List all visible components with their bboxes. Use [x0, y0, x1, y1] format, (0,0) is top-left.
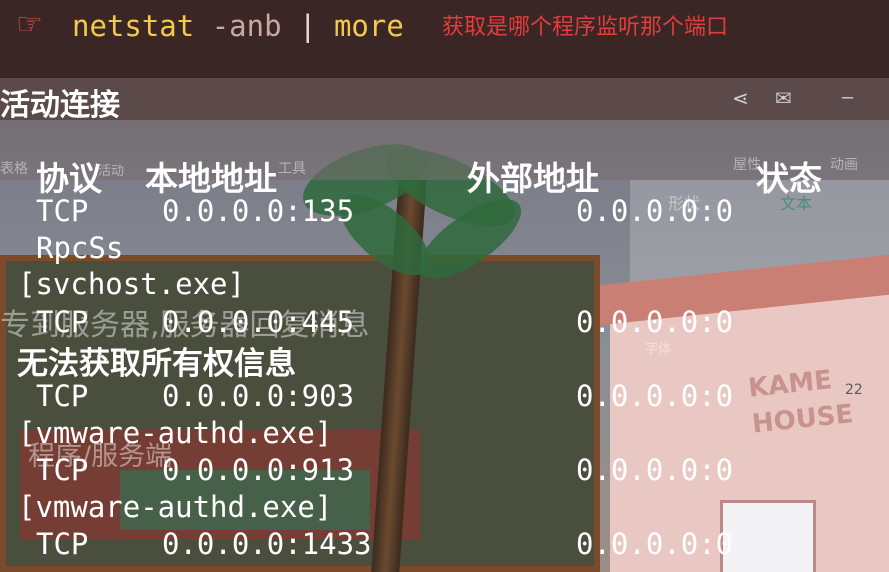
row-local-address: 0.0.0.0:445: [162, 305, 355, 339]
column-header-state: 状态: [756, 159, 822, 198]
share-icon[interactable]: ⋖: [732, 86, 749, 111]
process-name: [svchost.exe]: [18, 267, 245, 301]
command-flags: -anb: [211, 9, 282, 43]
command-more: more: [333, 9, 404, 43]
minimize-icon[interactable]: –: [842, 86, 853, 109]
row-protocol: TCP: [36, 379, 89, 413]
hand-pointing-icon: ☞: [16, 8, 43, 41]
row-local-address: 0.0.0.0:135: [162, 194, 355, 228]
house-window-white: [720, 500, 816, 572]
row-foreign-address: 0.0.0.0:0: [576, 379, 734, 413]
ribbon-label: 动画: [830, 157, 858, 173]
row-local-address: 0.0.0.0:913: [162, 453, 355, 487]
service-name: RpcSs: [36, 231, 124, 265]
row-protocol: TCP: [36, 527, 89, 561]
output-heading: 活动连接: [0, 88, 120, 123]
terminal-command: netstat -anb | more: [72, 8, 404, 44]
ribbon-label: 表格: [0, 161, 28, 177]
command-netstat: netstat: [72, 9, 195, 43]
command-annotation: 获取是哪个程序监听那个端口: [442, 15, 729, 40]
ribbon-label: 工具: [278, 161, 306, 177]
row-local-address: 0.0.0.0:903: [162, 379, 355, 413]
row-protocol: TCP: [36, 194, 89, 228]
kame-house-sign: KAME HOUSE: [746, 365, 855, 440]
ownership-warning: 无法获取所有权信息: [17, 346, 296, 382]
row-foreign-address: 0.0.0.0:0: [576, 194, 734, 228]
mail-icon[interactable]: ✉: [775, 86, 792, 111]
process-name: [vmware-authd.exe]: [18, 490, 333, 524]
row-foreign-address: 0.0.0.0:0: [576, 453, 734, 487]
row-local-address: 0.0.0.0:1433: [162, 527, 372, 561]
row-protocol: TCP: [36, 305, 89, 339]
app-toolbar: [0, 78, 889, 120]
row-foreign-address: 0.0.0.0:0: [576, 305, 734, 339]
font-label: 字体: [645, 342, 672, 357]
command-pipe: |: [299, 9, 317, 43]
process-name: [vmware-authd.exe]: [18, 416, 333, 450]
row-foreign-address: 0.0.0.0:0: [576, 527, 734, 561]
row-protocol: TCP: [36, 453, 89, 487]
